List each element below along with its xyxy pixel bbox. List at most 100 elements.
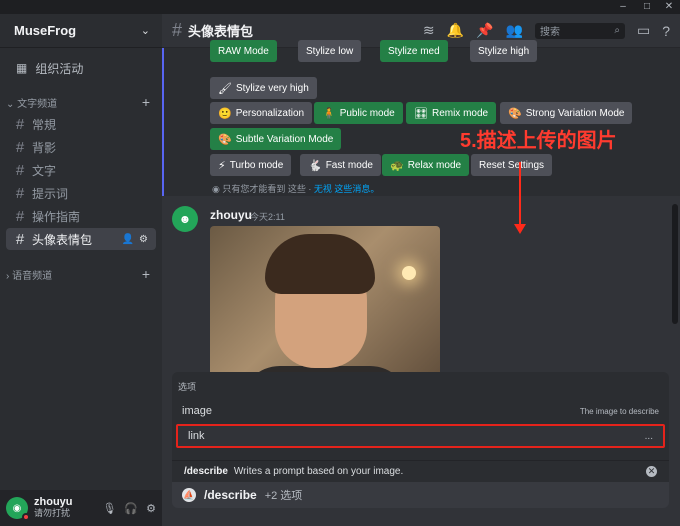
channel-label: 背影 [32,140,57,155]
strong-variation-button[interactable]: 🎨 Strong Variation Mode [500,102,633,124]
raw-mode-button[interactable]: RAW Mode [210,40,277,62]
search-input[interactable]: 搜索 ⌕ [534,22,625,39]
annotation-arrow-head [514,224,526,234]
turtle-icon: 🐢 [390,159,404,172]
chevron-right-icon: › [6,270,10,282]
hash-icon: # [172,20,183,40]
category-label: 语音频道 [12,270,53,282]
command-options-popup: 选项 image The image to describe link ... [172,372,669,460]
avatar[interactable]: ◉ [6,497,30,521]
search-icon: ⌕ [614,25,620,36]
user-panel: ◉ zhouyu 请勿打扰 🎙 🎧 ⚙ [0,490,162,526]
remix-icon: 🎛 [414,107,428,120]
discord-avatar-icon[interactable]: ☻ [172,206,198,232]
bell-icon[interactable]: 🔔 [447,22,464,39]
calendar-icon: ▦ [16,61,28,75]
ephemeral-notice: ◉ 只有您才能看到 这些 · 无视 这些消息。 [212,184,380,194]
sidebar-item-channel[interactable]: # 文字 [6,159,156,181]
category-voice-channels[interactable]: › 语音频道 + [0,264,162,284]
command-name: /describe [184,466,228,477]
stylize-med-button[interactable]: Stylize med [380,40,448,62]
palette-icon: 🎨 [218,133,232,146]
remix-mode-button[interactable]: 🎛 Remix mode [406,102,497,124]
channel-label: 提示词 [32,186,69,201]
person-icon: 🧍 [322,107,336,120]
server-header[interactable]: MuseFrog ⌄ [0,14,162,48]
personalization-button[interactable]: 🙂 Personalization [210,102,313,124]
lamp-light [402,266,416,280]
uploaded-portrait-image[interactable] [210,226,440,396]
channel-label: 头像表情包 [32,232,93,247]
input-more-options[interactable]: +2 选项 [265,487,303,503]
add-channel-icon[interactable]: + [142,266,150,282]
turbo-mode-button[interactable]: ⚡ Turbo mode [210,154,292,176]
hair-shape [265,234,375,294]
chevron-icon: ⌄ [6,98,15,110]
channel-label: 操作指南 [32,209,81,224]
server-name: MuseFrog [14,23,77,38]
command-description: Writes a prompt based on your image. [233,466,404,477]
option-label: image [182,405,212,417]
microphone-icon[interactable]: 🎙 [102,502,116,515]
members-icon[interactable]: 👥 [506,22,523,39]
stylize-low-button[interactable]: Stylize low [298,40,362,62]
relax-mode-button[interactable]: 🐢 Relax mode [382,154,470,176]
add-channel-icon[interactable]: + [142,94,150,110]
close-icon[interactable]: ✕ [646,466,657,477]
maximize-icon[interactable]: □ [638,0,656,14]
channel-label: 文字 [32,163,57,178]
palette-icon: 🎨 [508,107,522,120]
minimize-icon[interactable]: – [614,0,632,14]
close-window-icon[interactable]: ✕ [660,0,678,14]
rabbit-icon: 🐇 [308,159,322,172]
title-bar: – □ ✕ [0,0,680,14]
events-item[interactable]: ▦ 组织活动 [6,52,156,84]
add-member-icon[interactable]: 👤 [122,234,134,245]
subtle-variation-button[interactable]: 🎨 Subtle Variation Mode [210,128,342,150]
sidebar-item-channel-active[interactable]: # 头像表情包 👤 ⚙ [6,228,156,250]
bot-settings-embed: RAW Mode Stylize low Stylize med Stylize… [162,40,680,196]
message-timestamp: 今天2:11 [250,212,285,222]
inbox-icon[interactable]: ▭ [637,22,650,39]
reset-settings-button[interactable]: Reset Settings [471,154,553,176]
channel-label: 常規 [32,117,57,132]
sidebar-item-channel[interactable]: # 常規 [6,113,156,135]
main-panel: # 头像表情包 ≋ 🔔 📌 👥 搜索 ⌕ ▭ ? RAW Mode Styliz… [162,14,680,526]
category-text-channels[interactable]: ⌄ 文字频道 + [0,92,162,112]
events-label: 组织活动 [35,61,84,76]
option-link[interactable]: link ... [176,424,665,448]
scrollbar[interactable] [672,204,678,324]
lightning-icon: ⚡ [218,159,226,172]
threads-icon[interactable]: ≋ [423,22,435,39]
channel-title: 头像表情包 [188,24,254,39]
command-info-bar: /describe Writes a prompt based on your … [172,460,669,482]
sidebar-item-channel[interactable]: # 背影 [6,136,156,158]
dnd-status-icon [22,513,30,521]
category-label: 文字频道 [17,98,58,110]
option-image[interactable]: image The image to describe [172,400,669,422]
help-icon[interactable]: ? [662,23,670,39]
gear-icon[interactable]: ⚙ [146,502,156,515]
sidebar-item-channel[interactable]: # 提示词 [6,182,156,204]
option-description: The image to describe [579,406,659,416]
face-icon: 🙂 [218,107,232,120]
eye-icon: ◉ [212,184,220,194]
search-placeholder: 搜索 [539,27,560,38]
headphones-icon[interactable]: 🎧 [124,502,138,515]
hash-icon: # [15,230,25,248]
message-input[interactable]: ⛵ /describe +2 选项 [172,482,669,508]
sidebar-item-channel[interactable]: # 操作指南 [6,205,156,227]
stylize-high-button[interactable]: Stylize high [470,40,538,62]
pin-icon[interactable]: 📌 [476,22,493,39]
chevron-down-icon: ⌄ [140,25,150,37]
message-author[interactable]: zhouyu [210,208,252,222]
dismiss-link[interactable]: 无视 这些消息。 [314,184,380,194]
fast-mode-button[interactable]: 🐇 Fast mode [300,154,381,176]
hash-icon: # [15,161,25,179]
annotation-arrow [519,162,521,226]
stylize-very-high-button[interactable]: 🖌 Stylize very high [210,77,317,99]
public-mode-button[interactable]: 🧍 Public mode [314,102,403,124]
gear-icon[interactable]: ⚙ [139,234,148,245]
brush-icon: 🖌 [218,82,232,95]
annotation-text: 5.描述上传的图片 [460,130,617,152]
